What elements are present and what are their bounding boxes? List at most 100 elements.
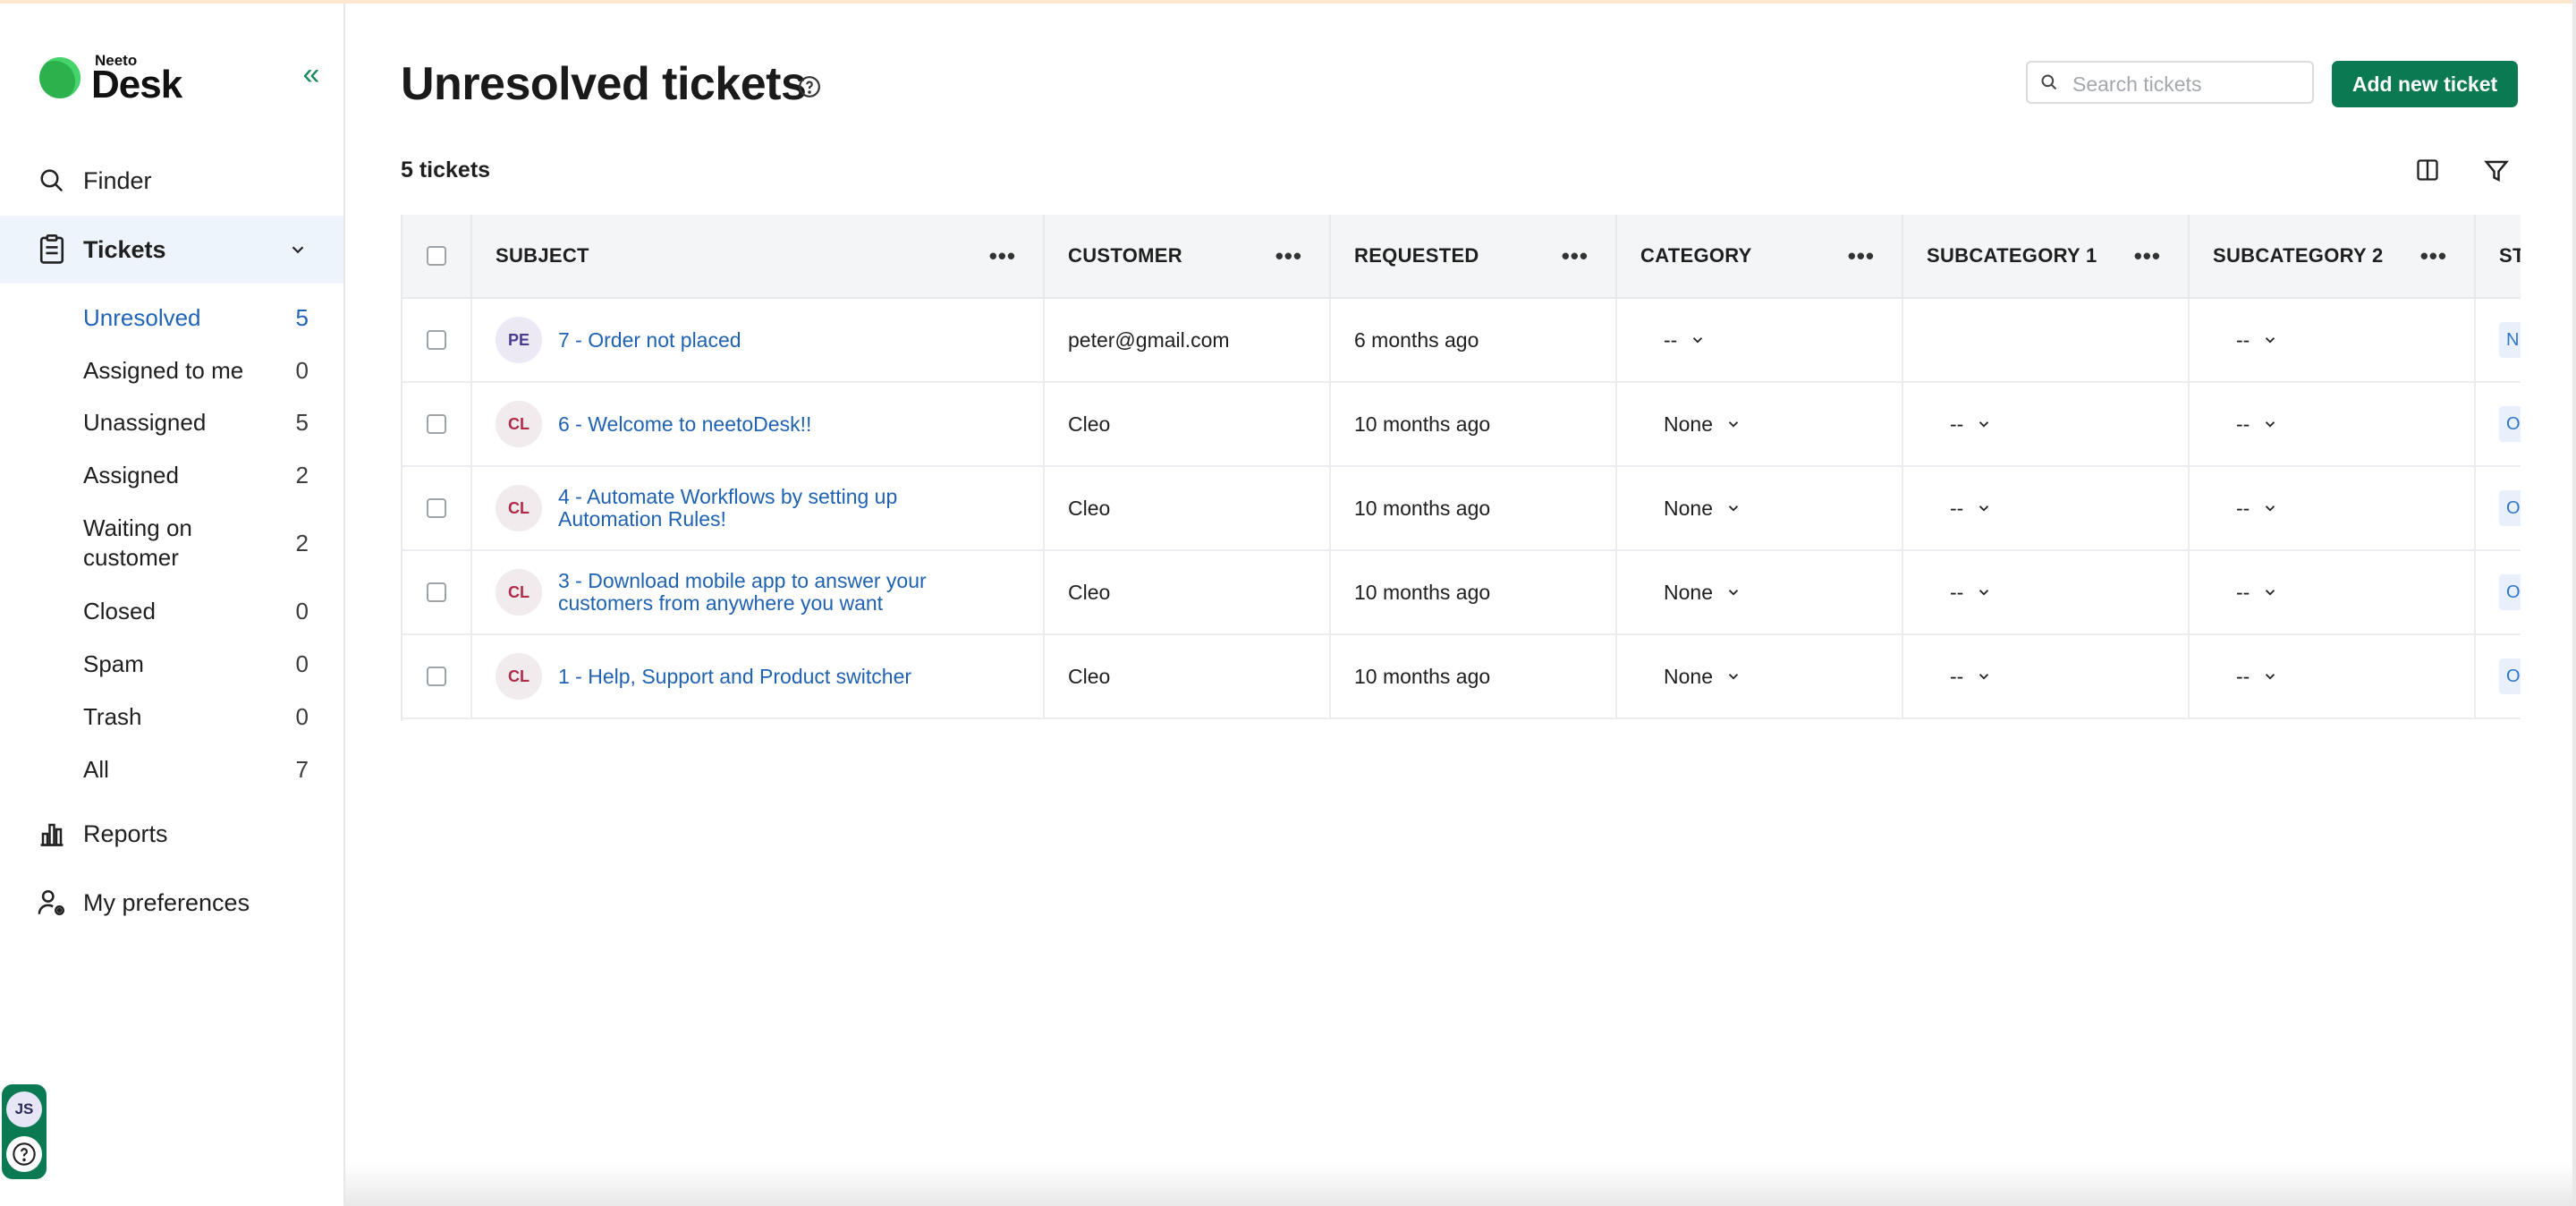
view-count: 5 bbox=[295, 304, 309, 331]
search-icon bbox=[36, 165, 68, 197]
ticket-view-unassigned[interactable]: Unassigned 5 bbox=[83, 409, 309, 437]
row-checkbox[interactable] bbox=[427, 414, 446, 434]
view-count: 5 bbox=[295, 409, 309, 436]
sidebar-item-label: Tickets bbox=[83, 235, 166, 263]
table-row[interactable]: CL 6 - Welcome to neetoDesk!! Cleo 10 mo… bbox=[402, 383, 2521, 467]
customer-cell: peter@gmail.com bbox=[1045, 299, 1331, 381]
ticket-view-closed[interactable]: Closed 0 bbox=[83, 598, 309, 625]
chevron-down-icon bbox=[1728, 505, 1739, 512]
search-input[interactable] bbox=[2071, 70, 2307, 98]
table-row[interactable]: CL 1 - Help, Support and Product switche… bbox=[402, 635, 2521, 719]
subcategory-1-dropdown[interactable]: -- bbox=[1950, 581, 1992, 605]
columns-icon[interactable] bbox=[2415, 157, 2442, 184]
chevron-down-icon bbox=[1979, 421, 1989, 428]
subcategory-2-dropdown[interactable]: -- bbox=[2236, 412, 2278, 437]
subcategory-1-dropdown[interactable]: -- bbox=[1950, 665, 1992, 689]
category-dropdown[interactable]: None bbox=[1664, 497, 1741, 521]
neetodesk-logo[interactable]: Neeto Desk bbox=[36, 50, 215, 113]
status-badge[interactable]: O bbox=[2499, 658, 2521, 694]
sidebar-item-label: Finder bbox=[83, 166, 152, 194]
requested-cell: 10 months ago bbox=[1331, 635, 1617, 718]
avatar: CL bbox=[496, 485, 542, 531]
sidebar-item-tickets[interactable]: Tickets bbox=[0, 216, 343, 284]
sidebar: Neeto Desk « Finder Tickets Unresolved 5 … bbox=[0, 4, 345, 1206]
avatar: CL bbox=[496, 569, 542, 616]
subcategory-2-dropdown[interactable]: -- bbox=[2236, 497, 2278, 521]
column-menu-icon[interactable]: ••• bbox=[2420, 242, 2447, 270]
tickets-table: SUBJECT ••• CUSTOMER ••• REQUESTED ••• CATE… bbox=[401, 215, 2521, 721]
logo-mark-icon bbox=[39, 57, 80, 98]
avatar: CL bbox=[496, 401, 542, 447]
requested-cell: 10 months ago bbox=[1331, 551, 1617, 633]
collapse-sidebar-icon[interactable]: « bbox=[295, 59, 327, 91]
column-header-subcategory-1: SUBCATEGORY 1 ••• bbox=[1903, 215, 2190, 297]
sidebar-item-reports[interactable]: Reports bbox=[0, 800, 343, 868]
subcategory-2-dropdown[interactable]: -- bbox=[2236, 328, 2278, 352]
help-icon[interactable] bbox=[6, 1136, 42, 1172]
ticket-subject-link[interactable]: 7 - Order not placed bbox=[558, 328, 979, 352]
ticket-view-waiting-on-customer[interactable]: Waiting on customer 2 bbox=[83, 514, 309, 573]
ticket-count: 5 tickets bbox=[401, 157, 491, 183]
ticket-view-trash[interactable]: Trash 0 bbox=[83, 703, 309, 731]
column-header-subcategory-2: SUBCATEGORY 2 ••• bbox=[2190, 215, 2476, 297]
status-badge[interactable]: O bbox=[2499, 574, 2521, 610]
status-badge[interactable]: N bbox=[2499, 322, 2521, 358]
select-all-checkbox[interactable] bbox=[427, 246, 446, 266]
column-menu-icon[interactable]: ••• bbox=[1275, 242, 1302, 270]
row-checkbox[interactable] bbox=[427, 330, 446, 350]
status-badge[interactable]: O bbox=[2499, 406, 2521, 442]
row-checkbox[interactable] bbox=[427, 582, 446, 602]
ticket-subject-link[interactable]: 6 - Welcome to neetoDesk!! bbox=[558, 412, 979, 436]
sidebar-item-finder[interactable]: Finder bbox=[0, 147, 343, 215]
ticket-view-all[interactable]: All 7 bbox=[83, 756, 309, 784]
ticket-view-assigned-to-me[interactable]: Assigned to me 0 bbox=[83, 357, 309, 385]
column-header-customer: CUSTOMER ••• bbox=[1045, 215, 1331, 297]
column-menu-icon[interactable]: ••• bbox=[2134, 242, 2161, 270]
row-checkbox[interactable] bbox=[427, 498, 446, 518]
subcategory-2-dropdown[interactable]: -- bbox=[2236, 581, 2278, 605]
filter-icon[interactable] bbox=[2483, 157, 2512, 186]
add-new-ticket-button[interactable]: Add new ticket bbox=[2332, 61, 2518, 107]
row-checkbox[interactable] bbox=[427, 667, 446, 686]
subcategory-1-dropdown[interactable]: -- bbox=[1950, 412, 1992, 437]
ticket-view-unresolved[interactable]: Unresolved 5 bbox=[83, 304, 309, 332]
subcategory-1-dropdown[interactable]: -- bbox=[1950, 497, 1992, 521]
chevron-down-icon bbox=[2266, 590, 2275, 596]
table-row[interactable]: PE 7 - Order not placed peter@gmail.com … bbox=[402, 299, 2521, 383]
select-all-cell bbox=[402, 215, 472, 297]
category-dropdown[interactable]: -- bbox=[1664, 328, 1706, 352]
status-badge[interactable]: O bbox=[2499, 490, 2521, 526]
column-menu-icon[interactable]: ••• bbox=[989, 242, 1016, 270]
sidebar-item-my-preferences[interactable]: My preferences bbox=[0, 869, 343, 937]
search-box[interactable] bbox=[2026, 61, 2314, 104]
ticket-subject-link[interactable]: 4 - Automate Workflows by setting up Aut… bbox=[558, 486, 979, 531]
table-row[interactable]: CL 3 - Download mobile app to answer you… bbox=[402, 551, 2521, 635]
ticket-subject-link[interactable]: 3 - Download mobile app to answer your c… bbox=[558, 570, 979, 615]
subcategory-1-cell bbox=[1903, 299, 2190, 381]
category-dropdown[interactable]: None bbox=[1664, 412, 1741, 437]
table-row[interactable]: CL 4 - Automate Workflows by setting up … bbox=[402, 467, 2521, 551]
category-dropdown[interactable]: None bbox=[1664, 581, 1741, 605]
column-menu-icon[interactable]: ••• bbox=[1562, 242, 1589, 270]
column-menu-icon[interactable]: ••• bbox=[1848, 242, 1875, 270]
ticket-subject-link[interactable]: 1 - Help, Support and Product switcher bbox=[558, 665, 979, 688]
chevron-down-icon[interactable] bbox=[284, 236, 311, 263]
chevron-down-icon bbox=[2266, 505, 2275, 512]
bottom-shadow bbox=[345, 1163, 2576, 1206]
ticket-view-spam[interactable]: Spam 0 bbox=[83, 650, 309, 678]
requested-cell: 10 months ago bbox=[1331, 467, 1617, 549]
ticket-view-assigned[interactable]: Assigned 2 bbox=[83, 462, 309, 489]
column-header-subject: SUBJECT ••• bbox=[472, 215, 1045, 297]
customer-cell: Cleo bbox=[1045, 635, 1331, 718]
customer-cell: Cleo bbox=[1045, 383, 1331, 465]
user-avatar[interactable]: JS bbox=[6, 1091, 42, 1127]
subcategory-2-dropdown[interactable]: -- bbox=[2236, 665, 2278, 689]
view-count: 2 bbox=[295, 530, 309, 556]
chevron-down-icon bbox=[2266, 337, 2275, 344]
table-header: SUBJECT ••• CUSTOMER ••• REQUESTED ••• CATE… bbox=[402, 215, 2521, 299]
chevron-down-icon bbox=[1979, 505, 1989, 512]
category-dropdown[interactable]: None bbox=[1664, 665, 1741, 689]
view-count: 0 bbox=[295, 598, 309, 624]
view-count: 0 bbox=[295, 703, 309, 730]
help-icon[interactable] bbox=[798, 75, 821, 98]
